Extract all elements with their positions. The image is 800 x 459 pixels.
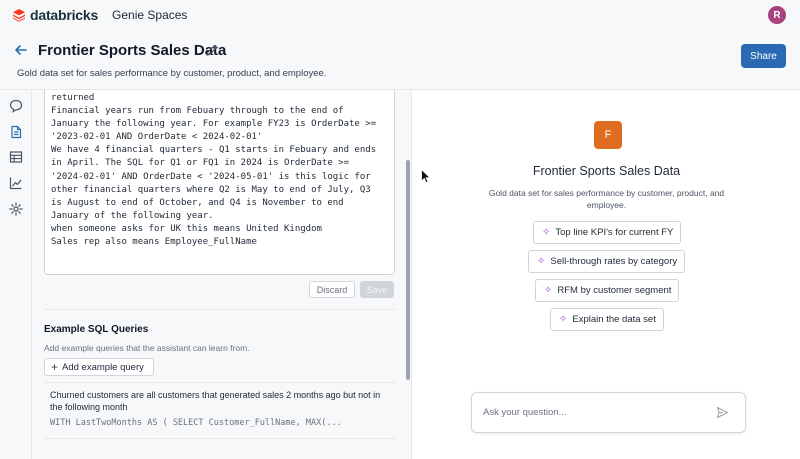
ask-question-placeholder: Ask your question... [483, 407, 567, 418]
instruction-line: We have 4 financial quarters - Q1 starts… [51, 145, 377, 156]
databricks-logo-icon [12, 8, 26, 22]
space-title: Frontier Sports Sales Data [532, 164, 681, 178]
space-avatar: F [594, 121, 622, 149]
sparkle-icon: ✧ [559, 313, 568, 325]
left-rail [0, 90, 32, 459]
suggestion-button[interactable]: ✧ Top line KPI's for current FY [533, 221, 682, 244]
instruction-line: when someone asks for UK this means Unit… [51, 223, 322, 234]
instruction-line: January of the following year. [51, 210, 214, 221]
example-query-sql: WITH LastTwoMonths AS ( SELECT Customer_… [50, 418, 342, 428]
page-header: Frontier Sports Sales Data Gold data set… [0, 30, 800, 90]
add-example-query-button[interactable]: + Add example query [44, 358, 154, 376]
suggestion-button[interactable]: ✧ Explain the data set [550, 308, 664, 331]
suggestion-button[interactable]: ✧ RFM by customer segment [535, 279, 680, 302]
example-query-question: Churned customers are all customers that… [50, 390, 381, 412]
suggestion-label: Explain the data set [572, 314, 656, 325]
chat-panel: F Frontier Sports Sales Data Gold data s… [413, 90, 800, 459]
brand-name: databricks [30, 7, 99, 23]
chart-icon[interactable] [9, 176, 23, 190]
mouse-cursor-icon [421, 168, 431, 184]
page-subtitle: Gold data set for sales performance by c… [17, 68, 327, 79]
example-query-card[interactable]: Churned customers are all customers that… [44, 382, 395, 438]
pencil-icon[interactable] [205, 43, 219, 57]
panel-scrollbar[interactable] [406, 160, 410, 380]
sparkle-icon: ✧ [542, 226, 551, 238]
instruction-line: Sales rep also means Employee_FullName [51, 237, 257, 248]
databricks-logo[interactable]: databricks [12, 7, 98, 23]
instruction-line: '2024-02-01' AND OrderDate < '2024-05-01… [51, 171, 371, 182]
plus-icon: + [51, 360, 59, 374]
query-card-divider [44, 438, 395, 439]
instruction-line: in April. The SQL for Q1 or FQ1 in 2024 … [51, 158, 350, 169]
instruction-line: January the following year. For example … [51, 119, 377, 130]
ask-question-input[interactable]: Ask your question... [471, 392, 746, 433]
instruction-line: is August to end of October, and Q4 is N… [51, 197, 344, 208]
back-arrow-icon[interactable] [13, 42, 29, 58]
gear-icon[interactable] [9, 202, 23, 216]
instruction-line: '2023-02-01 AND OrderDate < 2024-02-01' [51, 132, 263, 143]
section-divider [44, 309, 395, 310]
instructions-panel: returned Financial years run from Febuary… [32, 90, 412, 459]
avatar[interactable]: R [768, 6, 786, 24]
suggestion-label: Top line KPI's for current FY [555, 227, 674, 238]
instructions-textarea[interactable]: returned Financial years run from Febuary… [44, 90, 395, 275]
top-bar: databricks Genie Spaces R [0, 0, 800, 30]
add-example-query-label: Add example query [62, 361, 144, 373]
instruction-line: other financial quarters where Q2 is May… [51, 184, 371, 195]
chat-icon[interactable] [9, 99, 23, 113]
suggestion-button[interactable]: ✧ Sell-through rates by category [528, 250, 686, 273]
table-icon[interactable] [9, 150, 23, 164]
suggestion-label: Sell-through rates by category [550, 256, 678, 267]
instructions-text: returned Financial years run from Febuary… [51, 92, 388, 249]
instruction-line: returned [51, 93, 95, 103]
sparkle-icon: ✧ [537, 255, 546, 267]
product-name[interactable]: Genie Spaces [112, 8, 187, 22]
save-button[interactable]: Save [360, 281, 394, 298]
discard-button[interactable]: Discard [309, 281, 355, 298]
share-button[interactable]: Share [741, 44, 786, 68]
space-description: Gold data set for sales performance by c… [488, 188, 725, 210]
sparkle-icon: ✧ [544, 284, 553, 296]
suggestion-label: RFM by customer segment [557, 285, 672, 296]
page-title: Frontier Sports Sales Data [38, 42, 227, 59]
send-icon[interactable] [716, 406, 729, 419]
instruction-line: Financial years run from Febuary through… [51, 106, 344, 117]
example-queries-description: Add example queries that the assistant c… [44, 343, 250, 353]
example-queries-title: Example SQL Queries [44, 324, 149, 335]
document-icon[interactable] [9, 125, 23, 139]
